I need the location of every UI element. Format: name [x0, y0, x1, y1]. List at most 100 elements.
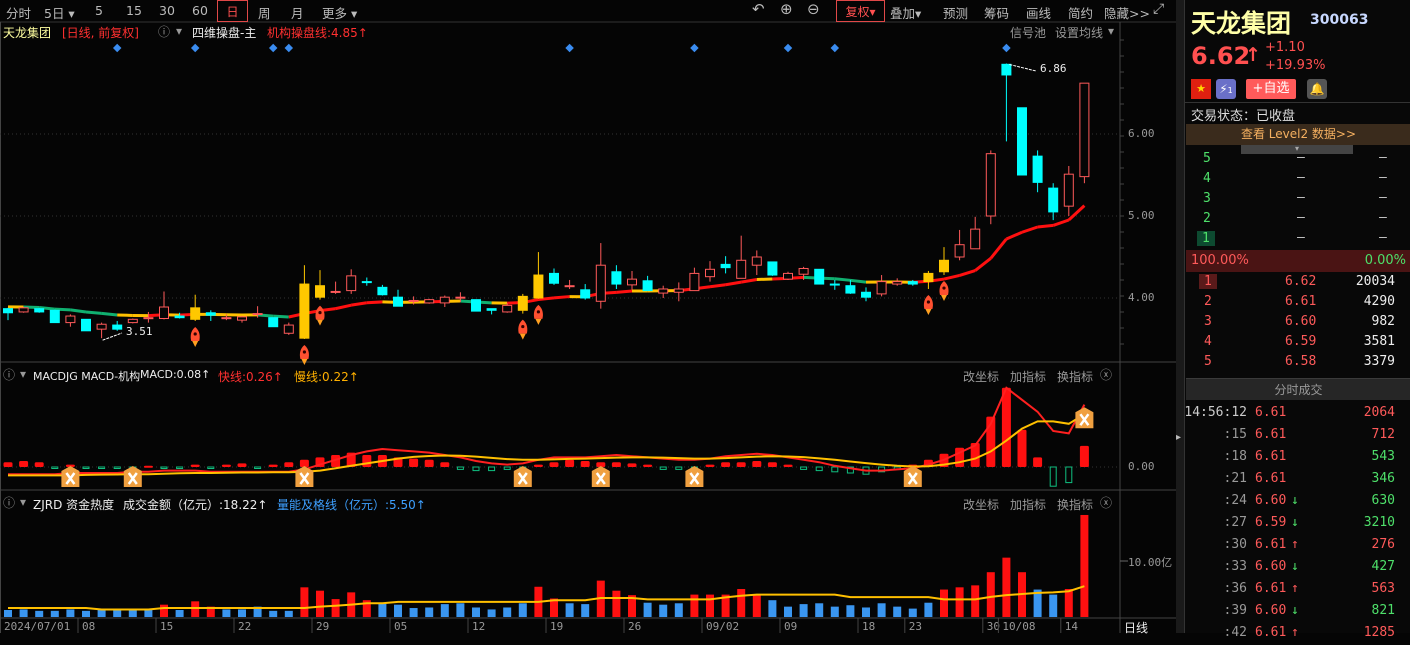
- help-icon[interactable]: ⓘ: [3, 366, 15, 383]
- period-tab-5day[interactable]: 5日 ▾: [44, 3, 75, 22]
- change-axis-button[interactable]: 改坐标: [963, 368, 999, 385]
- help-icon[interactable]: ⓘ: [3, 494, 15, 511]
- candle-body: [737, 260, 746, 278]
- caret-down-icon[interactable]: ▾: [1108, 24, 1114, 38]
- period-tab-30min[interactable]: 30: [159, 3, 175, 18]
- bid-volume: 3379: [1364, 354, 1395, 369]
- tick-row: 14:56:12 6.61 2064: [1185, 405, 1410, 425]
- more-label: 更多: [322, 6, 347, 21]
- more-periods-button[interactable]: 更多 ▾: [322, 3, 357, 22]
- candle-body: [924, 273, 933, 281]
- macd-bar: [832, 467, 838, 472]
- macd-indicator-name[interactable]: MACDJG MACD-机构: [33, 368, 140, 384]
- period-tab-60min[interactable]: 60: [192, 3, 208, 18]
- period-tab-15min[interactable]: 15: [126, 3, 142, 18]
- cross-signal-icon: [592, 466, 610, 487]
- candle: [1018, 108, 1027, 175]
- macd-bar: [52, 467, 58, 469]
- date-label: 26: [628, 620, 641, 633]
- tick-price: 6.61: [1255, 405, 1286, 420]
- amount-bar: [129, 610, 137, 617]
- candle: [628, 271, 637, 290]
- amount-bar: [800, 604, 808, 617]
- candle: [612, 265, 621, 289]
- simple-button[interactable]: 简约: [1068, 3, 1093, 22]
- ask-row: 1 — —: [1185, 230, 1410, 250]
- signal-pool-button[interactable]: 信号池: [1010, 24, 1046, 41]
- change-axis-button[interactable]: 改坐标: [963, 496, 999, 513]
- volume-indicator-name[interactable]: ZJRD 资金热度: [33, 496, 114, 513]
- period-tab-5min[interactable]: 5: [95, 3, 103, 18]
- candle-body: [581, 290, 590, 298]
- collapse-arrow-icon[interactable]: ▸: [1176, 432, 1181, 443]
- flash-badge-icon[interactable]: ⚡1: [1216, 79, 1236, 99]
- level2-link[interactable]: 查看 Level2 数据>>: [1186, 124, 1410, 145]
- macd-bar: [581, 461, 590, 467]
- close-panel-icon[interactable]: ⓧ: [1100, 494, 1112, 511]
- candle: [893, 278, 902, 285]
- side-scrollbar[interactable]: ▸: [1176, 0, 1184, 633]
- alert-bell-icon[interactable]: 🔔: [1307, 79, 1327, 99]
- low-price-label: 3.51: [126, 325, 153, 338]
- swap-indicator-button[interactable]: 换指标: [1057, 496, 1093, 513]
- add-watchlist-button[interactable]: +自选: [1246, 79, 1296, 99]
- close-panel-icon[interactable]: ⓧ: [1100, 366, 1112, 383]
- rocket-window: [521, 325, 524, 328]
- candle-body: [534, 275, 543, 298]
- fullscreen-icon[interactable]: ⤢: [1153, 1, 1164, 17]
- caret-down-icon[interactable]: ▾: [176, 24, 182, 38]
- indicator-name[interactable]: 四维操盘-主: [192, 24, 256, 41]
- institution-line-segment: [741, 279, 757, 282]
- rocket-icon: [315, 306, 324, 326]
- macd-bar: [4, 462, 13, 467]
- help-icon[interactable]: ⓘ: [158, 23, 170, 40]
- bid-level: 4: [1204, 334, 1212, 349]
- overlay-button[interactable]: 叠加▾: [890, 3, 921, 22]
- candle-body: [768, 262, 777, 275]
- amount-bar: [519, 603, 527, 617]
- amount-bar: [659, 605, 667, 617]
- kline-chart[interactable]: 2024/07/01081522290512192609/02091823301…: [0, 0, 1184, 633]
- add-indicator-button[interactable]: 加指标: [1010, 496, 1046, 513]
- swap-indicator-button[interactable]: 换指标: [1057, 368, 1093, 385]
- set-ma-button[interactable]: 设置均线: [1055, 24, 1103, 41]
- bid-level: 5: [1204, 354, 1212, 369]
- amount-bar: [815, 603, 823, 617]
- candle-body: [955, 245, 964, 257]
- tick-volume: 821: [1372, 603, 1395, 618]
- buy-ratio: 100.00%: [1191, 253, 1249, 268]
- candle-body: [830, 284, 839, 285]
- cross-signal-icon: [685, 466, 703, 487]
- macd-bar: [752, 461, 761, 467]
- forecast-button[interactable]: 预测: [943, 3, 968, 22]
- candle-body: [222, 318, 231, 319]
- candle: [82, 319, 91, 330]
- macd-bar: [784, 465, 793, 467]
- ask-level: 3: [1203, 191, 1211, 206]
- bid-row: 4 6.59 3581: [1185, 334, 1410, 354]
- add-indicator-button[interactable]: 加指标: [1010, 368, 1046, 385]
- undo-icon[interactable]: ↶: [752, 0, 765, 18]
- hide-button[interactable]: 隐藏>>: [1104, 3, 1150, 22]
- amount-value: 成交金额（亿元）:18.22↑: [123, 496, 267, 513]
- institution-line-segment: [710, 285, 726, 287]
- tick-row: :18 6.61 543: [1185, 449, 1410, 469]
- zoom-out-icon[interactable]: ⊖: [807, 0, 820, 18]
- date-label: 18: [862, 620, 875, 633]
- caret-down-icon[interactable]: ▾: [20, 495, 26, 509]
- adjust-button[interactable]: 复权▾: [836, 0, 885, 22]
- candle: [378, 285, 387, 296]
- tick-time: :18: [1224, 449, 1247, 464]
- zoom-in-icon[interactable]: ⊕: [780, 0, 793, 18]
- period-tab-week[interactable]: 周: [258, 3, 271, 22]
- amount-bar: [1065, 589, 1073, 617]
- draw-button[interactable]: 画线: [1026, 3, 1051, 22]
- caret-down-icon[interactable]: ▾: [20, 367, 26, 381]
- candle: [50, 309, 59, 322]
- period-tab-day[interactable]: 日: [217, 0, 248, 22]
- chips-button[interactable]: 筹码: [984, 3, 1009, 22]
- period-tab-month[interactable]: 月: [291, 3, 304, 22]
- candle: [347, 269, 356, 294]
- period-tab-intraday[interactable]: 分时: [6, 3, 31, 22]
- candle: [1064, 166, 1073, 216]
